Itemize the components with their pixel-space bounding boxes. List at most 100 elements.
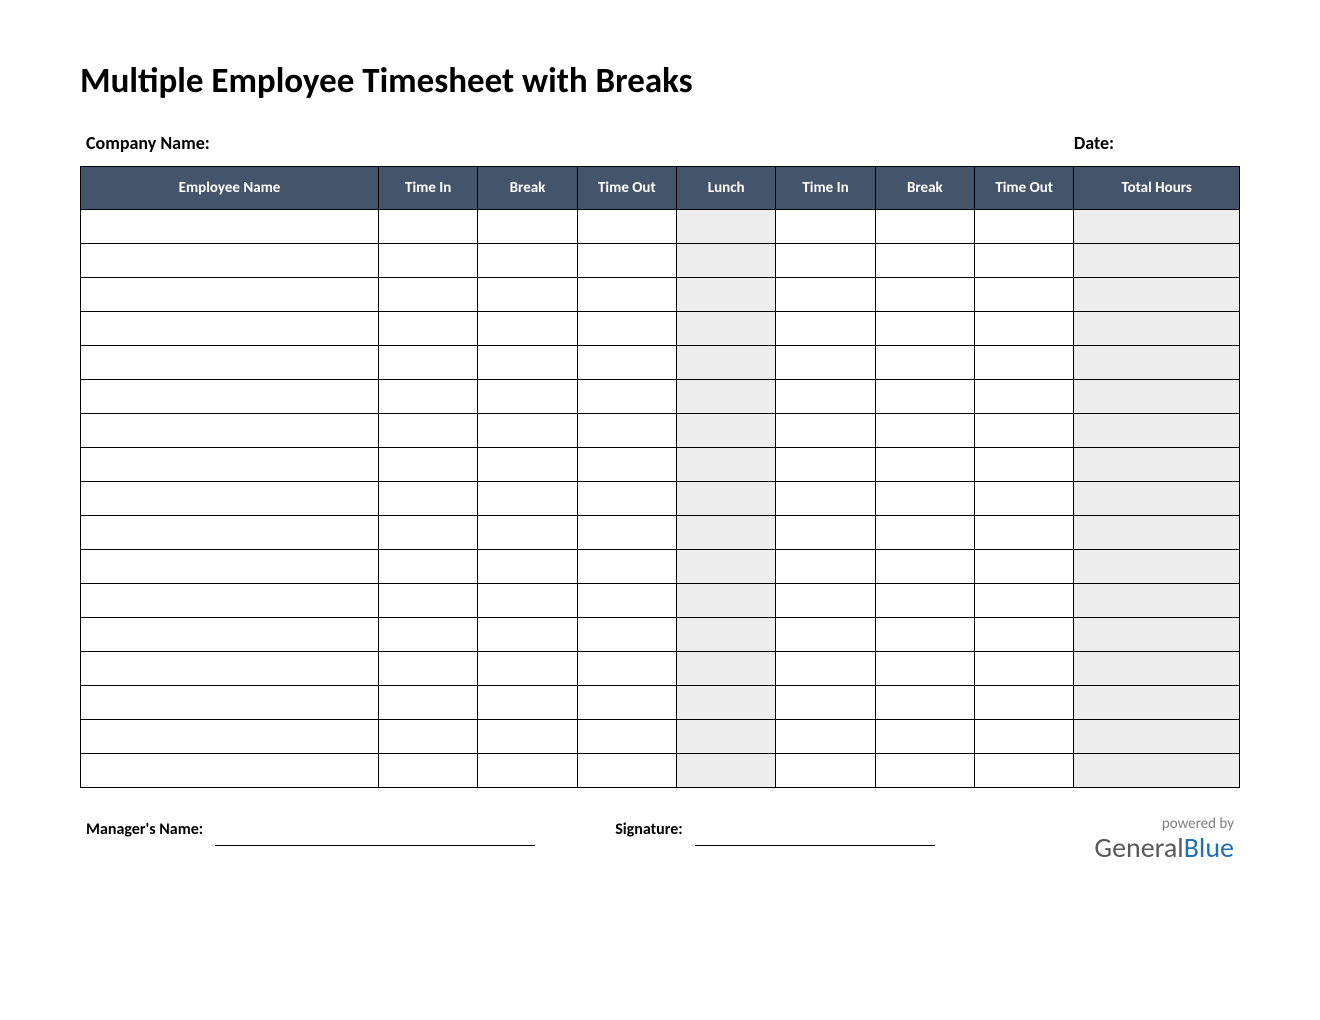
cell[interactable] [478,618,577,652]
cell[interactable] [1074,278,1240,312]
cell[interactable] [81,550,379,584]
signature-line[interactable] [695,816,935,846]
cell[interactable] [677,550,776,584]
cell[interactable] [875,210,974,244]
cell[interactable] [81,414,379,448]
cell[interactable] [974,754,1073,788]
cell[interactable] [875,516,974,550]
cell[interactable] [478,516,577,550]
cell[interactable] [577,584,676,618]
cell[interactable] [379,278,478,312]
cell[interactable] [379,380,478,414]
cell[interactable] [577,346,676,380]
cell[interactable] [478,414,577,448]
cell[interactable] [81,312,379,346]
cell[interactable] [379,244,478,278]
cell[interactable] [1074,686,1240,720]
cell[interactable] [875,686,974,720]
cell[interactable] [379,686,478,720]
cell[interactable] [1074,244,1240,278]
cell[interactable] [875,550,974,584]
cell[interactable] [478,550,577,584]
cell[interactable] [478,686,577,720]
cell[interactable] [81,652,379,686]
cell[interactable] [1074,448,1240,482]
cell[interactable] [677,380,776,414]
cell[interactable] [875,380,974,414]
cell[interactable] [677,720,776,754]
cell[interactable] [776,720,875,754]
cell[interactable] [875,346,974,380]
cell[interactable] [577,380,676,414]
cell[interactable] [677,278,776,312]
cell[interactable] [81,244,379,278]
cell[interactable] [379,584,478,618]
cell[interactable] [577,244,676,278]
cell[interactable] [974,652,1073,686]
cell[interactable] [1074,754,1240,788]
cell[interactable] [1074,652,1240,686]
cell[interactable] [974,618,1073,652]
cell[interactable] [379,652,478,686]
cell[interactable] [1074,584,1240,618]
cell[interactable] [1074,550,1240,584]
cell[interactable] [776,346,875,380]
cell[interactable] [379,346,478,380]
cell[interactable] [478,244,577,278]
cell[interactable] [974,584,1073,618]
cell[interactable] [974,380,1073,414]
cell[interactable] [677,516,776,550]
cell[interactable] [677,414,776,448]
cell[interactable] [81,584,379,618]
cell[interactable] [577,312,676,346]
cell[interactable] [1074,210,1240,244]
cell[interactable] [677,244,776,278]
cell[interactable] [379,312,478,346]
cell[interactable] [379,618,478,652]
cell[interactable] [974,346,1073,380]
cell[interactable] [1074,346,1240,380]
cell[interactable] [577,414,676,448]
cell[interactable] [875,244,974,278]
cell[interactable] [478,482,577,516]
cell[interactable] [1074,482,1240,516]
cell[interactable] [478,584,577,618]
cell[interactable] [974,414,1073,448]
cell[interactable] [379,550,478,584]
cell[interactable] [677,754,776,788]
cell[interactable] [81,618,379,652]
cell[interactable] [776,686,875,720]
cell[interactable] [974,210,1073,244]
cell[interactable] [577,720,676,754]
cell[interactable] [81,482,379,516]
cell[interactable] [478,278,577,312]
cell[interactable] [81,380,379,414]
cell[interactable] [379,516,478,550]
cell[interactable] [776,414,875,448]
cell[interactable] [875,584,974,618]
cell[interactable] [974,448,1073,482]
cell[interactable] [1074,414,1240,448]
cell[interactable] [677,210,776,244]
cell[interactable] [776,312,875,346]
cell[interactable] [577,686,676,720]
cell[interactable] [875,448,974,482]
cell[interactable] [776,584,875,618]
cell[interactable] [478,312,577,346]
cell[interactable] [776,652,875,686]
cell[interactable] [875,278,974,312]
cell[interactable] [776,482,875,516]
cell[interactable] [478,346,577,380]
cell[interactable] [1074,312,1240,346]
cell[interactable] [776,380,875,414]
cell[interactable] [974,686,1073,720]
cell[interactable] [577,652,676,686]
cell[interactable] [478,652,577,686]
cell[interactable] [478,448,577,482]
cell[interactable] [81,754,379,788]
cell[interactable] [974,516,1073,550]
cell[interactable] [81,346,379,380]
cell[interactable] [776,210,875,244]
cell[interactable] [677,584,776,618]
cell[interactable] [677,448,776,482]
